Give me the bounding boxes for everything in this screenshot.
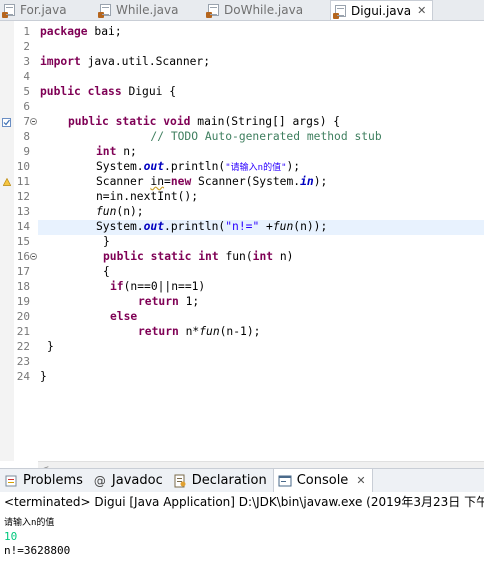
console-process-header: <terminated> Digui [Java Application] D:… [4,495,484,509]
code-line-13: fun(n); [96,205,144,218]
code-line-3: import java.util.Scanner; [40,55,211,68]
task-marker-icon[interactable] [2,118,11,127]
java-file-icon [2,4,15,18]
line-number: 22 [16,340,30,353]
line-number: 21 [16,325,30,338]
line-number: 10 [16,160,30,173]
view-tab-bar: Problems @ Javadoc Declaration Console ✕ [0,468,484,493]
java-file-icon [98,4,111,18]
code-line-12: n=in.nextInt(); [96,190,199,203]
code-line-11: Scanner in=new Scanner(System.in); [96,175,328,188]
javadoc-icon: @ [93,473,106,488]
line-number: 23 [16,355,30,368]
code-line-16: public static int fun(int n) [103,250,294,263]
code-line-9: int n; [96,145,137,158]
problems-icon [5,475,17,486]
line-number: 19 [16,295,30,308]
code-line-19: return 1; [138,295,200,308]
line-number: 7 [23,115,30,128]
editor-tab-label: DoWhile.java [224,3,304,17]
line-number: 11 [16,175,30,188]
close-icon[interactable]: ✕ [417,4,426,17]
console-icon [278,475,292,486]
line-number: 4 [23,70,30,83]
warning-icon[interactable] [3,178,11,186]
code-line-17: { [103,265,110,278]
console-output-line: 请输入n的值 [4,518,55,528]
editor-tab-while[interactable]: While.java [96,0,204,20]
tab-declaration[interactable]: Declaration [169,469,273,492]
line-number: 6 [23,100,30,113]
line-number: 24 [16,370,30,383]
line-number: 20 [16,310,30,323]
code-line-7: public static void main(String[] args) { [68,115,341,128]
annotation-ruler [0,21,14,461]
editor-tab-digui[interactable]: Digui.java ✕ [330,0,434,20]
line-number: 2 [23,40,30,53]
code-line-8-comment: // TODO Auto-generated method stub [96,130,382,143]
line-number: 9 [23,145,30,158]
console-output[interactable]: <terminated> Digui [Java Application] D:… [0,492,484,574]
fold-collapse-icon[interactable] [30,118,37,125]
editor-tab-bar: For.java While.java DoWhile.java Digui.j… [0,0,484,21]
line-number: 18 [16,280,30,293]
editor-tab-dowhile[interactable]: DoWhile.java [204,0,330,20]
code-line-1: package bai; [40,25,122,38]
tab-console[interactable]: Console ✕ [272,469,373,492]
tab-label: Javadoc [111,473,163,488]
tab-javadoc[interactable]: @ Javadoc [89,469,169,492]
code-line-21: return n*fun(n-1); [138,325,261,338]
java-file-icon [206,4,219,18]
code-line-14: System.out.println("n!=" +fun(n)); [96,220,328,233]
tab-problems[interactable]: Problems [0,469,89,492]
line-number: 13 [16,205,30,218]
tab-label: Problems [23,473,83,488]
line-number: 5 [23,85,30,98]
line-number: 3 [23,55,30,68]
java-file-icon [333,4,346,19]
fold-collapse-icon[interactable] [30,253,37,260]
declaration-icon [174,474,186,487]
console-output-line: n!=3628800 [4,544,71,557]
line-number: 14 [16,220,30,233]
line-number: 1 [23,25,30,38]
line-number: 12 [16,190,30,203]
tab-label: Declaration [191,473,267,488]
line-number: 16 [16,250,30,263]
code-editor[interactable]: 1 2 3 4 5 6 7 8 9 10 11 12 13 14 15 16 1… [0,21,484,479]
code-line-24: } [40,370,47,383]
close-icon[interactable]: ✕ [356,474,365,487]
line-number: 8 [23,130,30,143]
line-number-gutter: 1 2 3 4 5 6 7 8 9 10 11 12 13 14 15 16 1… [14,21,30,441]
editor-tab-for[interactable]: For.java [0,0,96,20]
code-line-22: } [47,340,54,353]
code-line-5: public class Digui { [40,85,177,98]
line-number: 15 [16,235,30,248]
line-number: 17 [16,265,30,278]
code-line-15: } [103,235,110,248]
console-input-line: 10 [4,530,18,543]
code-line-18: if(n==0||n==1) [110,280,206,293]
code-line-20: else [110,310,138,323]
tab-label: Console [296,473,349,488]
editor-tab-label: For.java [20,3,67,17]
code-line-10: System.out.println("请输入n的值"); [96,160,301,173]
editor-tab-label: Digui.java [351,3,412,18]
editor-tab-label: While.java [116,3,179,17]
